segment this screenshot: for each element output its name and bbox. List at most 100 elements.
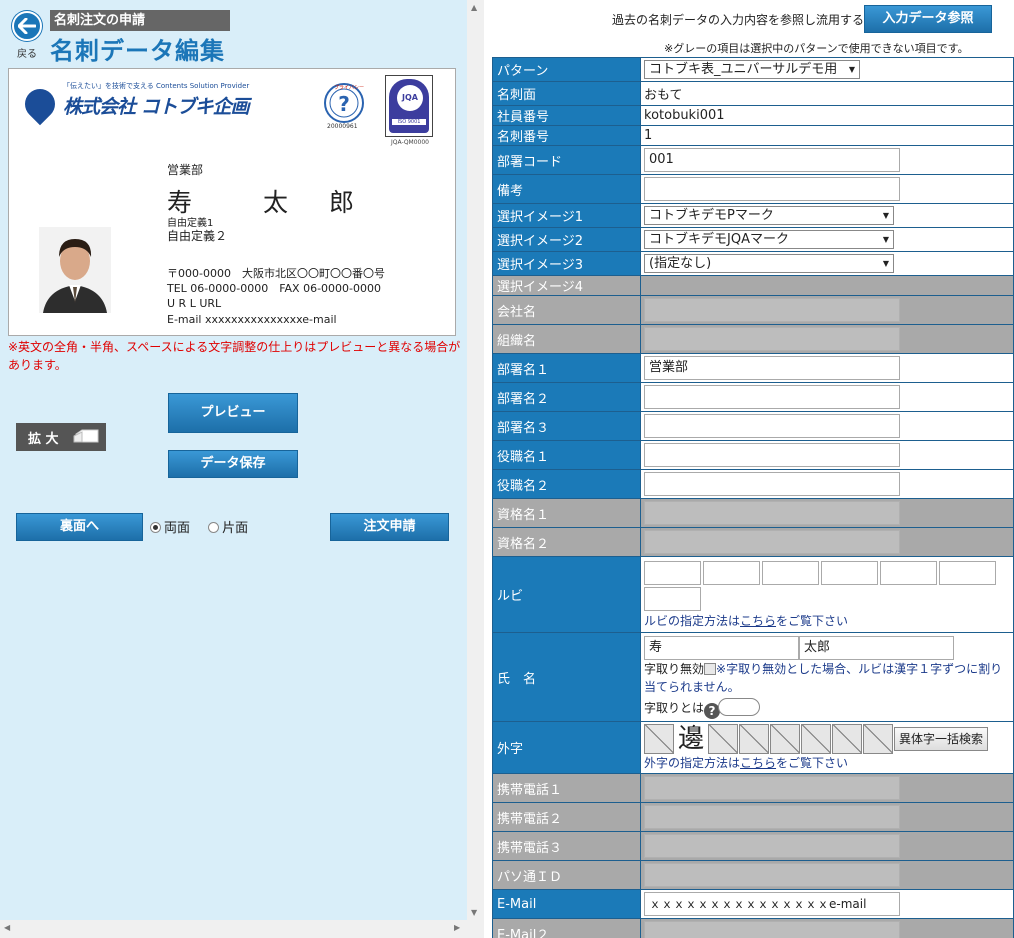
- form-row-dept-code: 部署コード 001: [492, 145, 1014, 175]
- logo-drop-icon: [18, 82, 62, 126]
- gaiji-help-link[interactable]: こちら: [740, 756, 776, 770]
- zoom-label: 拡 大: [28, 432, 59, 447]
- remarks-input[interactable]: [644, 177, 900, 201]
- dept2-input[interactable]: [644, 385, 900, 409]
- save-data-button[interactable]: データ保存: [168, 450, 298, 478]
- field-label: 役職名２: [492, 469, 641, 499]
- image2-select[interactable]: コトブキデモJQAマーク: [644, 230, 894, 249]
- field-label: 役職名１: [492, 440, 641, 470]
- company-name-input: [644, 298, 900, 322]
- dept-code-input[interactable]: 001: [644, 148, 900, 172]
- ruby-inputs: [644, 560, 1010, 612]
- ruby-input[interactable]: [939, 561, 996, 585]
- form-row-dept2: 部署名２: [492, 382, 1014, 412]
- jqa-label: JQA: [397, 85, 423, 111]
- ruby-input[interactable]: [644, 587, 701, 611]
- page-title: 名刺データ編集: [50, 37, 225, 65]
- surname-input[interactable]: 寿: [644, 635, 799, 660]
- form-row-card-side: 名刺面 おもて: [492, 81, 1014, 106]
- company-logo: 「伝えたい」を技術で支える Contents Solution Provider…: [18, 77, 273, 126]
- gaiji-slot[interactable]: [801, 724, 831, 754]
- image1-select[interactable]: コトブキデモPマーク: [644, 206, 894, 225]
- radio-single-label: 片面: [222, 521, 249, 536]
- field-label: 組織名: [492, 324, 641, 354]
- title1-input[interactable]: [644, 443, 900, 467]
- scroll-up-icon[interactable]: ▲: [471, 3, 477, 12]
- field-label: パソ通ＩＤ: [492, 860, 641, 890]
- pattern-select[interactable]: コトブキ表_ユニバーサルデモ用: [644, 60, 860, 79]
- card-url: U R L URL: [167, 297, 222, 310]
- form-row-image4: 選択イメージ4: [492, 275, 1014, 296]
- radio-double-sided[interactable]: 両面: [150, 521, 190, 536]
- left-panel: 戻る 名刺注文の申請 名刺データ編集 「伝えたい」を技術で支える Content…: [0, 0, 467, 920]
- email-input[interactable]: ｘｘｘｘｘｘｘｘｘｘｘｘｘｘｘe-mail: [644, 892, 900, 916]
- card-tagline: 「伝えたい」を技術で支える Contents Solution Provider: [63, 82, 250, 90]
- left-vertical-scrollbar[interactable]: ▲ ▼: [467, 0, 484, 920]
- variant-search-button[interactable]: 異体字一括検索: [894, 727, 989, 751]
- card-free-field-2: 自由定義２: [167, 229, 228, 243]
- form-row-image3: 選択イメージ3 (指定なし): [492, 251, 1014, 276]
- dept3-input[interactable]: [644, 414, 900, 438]
- scroll-right-icon[interactable]: ▶: [454, 923, 460, 932]
- back-button[interactable]: 戻る: [10, 11, 44, 61]
- field-label: 会社名: [492, 295, 641, 325]
- field-label: 携帯電話２: [492, 802, 641, 832]
- field-label: ルビ: [492, 556, 641, 633]
- order-request-button[interactable]: 注文申請: [330, 513, 449, 541]
- card-department: 営業部: [167, 163, 204, 177]
- form-row-remarks: 備考: [492, 174, 1014, 204]
- card-name-char: 太: [263, 188, 289, 217]
- field-label: 携帯電話３: [492, 831, 641, 861]
- gaiji-slot[interactable]: [644, 724, 674, 754]
- ruby-input[interactable]: [762, 561, 819, 585]
- ruby-input[interactable]: [703, 561, 760, 585]
- pc-id-input: [644, 863, 900, 887]
- form-row-employee-no: 社員番号 kotobuki001: [492, 105, 1014, 126]
- gaiji-slot[interactable]: [770, 724, 800, 754]
- field-label: 部署名２: [492, 382, 641, 412]
- ruby-input[interactable]: [644, 561, 701, 585]
- field-label: 資格名１: [492, 498, 641, 528]
- preview-button[interactable]: プレビュー: [168, 393, 298, 433]
- title2-input[interactable]: [644, 472, 900, 496]
- field-label: 部署名３: [492, 411, 641, 441]
- image3-select[interactable]: (指定なし): [644, 254, 894, 273]
- input-data-reference-button[interactable]: 入力データ参照: [864, 5, 992, 33]
- scroll-left-icon[interactable]: ◀: [4, 923, 10, 932]
- gaiji-help-note: 外字の指定方法はこちらをご覧下さい: [644, 756, 849, 770]
- back-side-button[interactable]: 裏面へ: [16, 513, 143, 541]
- field-label: パターン: [492, 57, 641, 82]
- form-row-name: 氏 名 寿太郎 字取り無効 ※字取り無効とした場合、ルビは漢字１字ずつに割り当てら…: [492, 632, 1014, 722]
- zoom-button[interactable]: 拡 大: [16, 423, 106, 451]
- mobile3-input: [644, 834, 900, 858]
- gaiji-slot[interactable]: [863, 724, 893, 754]
- jitori-disable-checkbox[interactable]: [704, 662, 717, 675]
- card-email: E-mail xxxxxxxxxxxxxxxe-mail: [167, 313, 337, 326]
- field-label: 選択イメージ1: [492, 203, 641, 228]
- form-row-email: E-Mail ｘｘｘｘｘｘｘｘｘｘｘｘｘｘｘe-mail: [492, 889, 1014, 919]
- form-row-pc-id: パソ通ＩＤ: [492, 860, 1014, 890]
- page-subtitle: 名刺注文の申請: [50, 10, 230, 31]
- jitori-disable-label: 字取り無効: [644, 661, 705, 676]
- gaiji-slot[interactable]: [708, 724, 738, 754]
- gaiji-char[interactable]: 邊: [675, 724, 707, 754]
- gaiji-slot[interactable]: [832, 724, 862, 754]
- ruby-input[interactable]: [880, 561, 937, 585]
- form-row-image1: 選択イメージ1 コトブキデモPマーク: [492, 203, 1014, 228]
- card-preview: 「伝えたい」を技術で支える Contents Solution Provider…: [8, 68, 456, 336]
- left-horizontal-scrollbar[interactable]: ◀ ▶: [0, 920, 484, 938]
- ruby-input[interactable]: [821, 561, 878, 585]
- form-row-qual1: 資格名１: [492, 498, 1014, 528]
- dept1-input[interactable]: 営業部: [644, 356, 900, 380]
- form-row-company-name: 会社名: [492, 295, 1014, 325]
- given-name-input[interactable]: 太郎: [799, 635, 954, 660]
- privacy-mark-icon: ? プライバシー 20000961: [321, 81, 367, 131]
- scroll-down-icon[interactable]: ▼: [471, 908, 477, 917]
- form-row-mobile2: 携帯電話２: [492, 802, 1014, 832]
- field-label: 部署コード: [492, 145, 641, 175]
- mobile2-input: [644, 805, 900, 829]
- radio-single-sided[interactable]: 片面: [208, 521, 248, 536]
- gaiji-slot[interactable]: [739, 724, 769, 754]
- ruby-help-link[interactable]: こちら: [740, 614, 776, 628]
- field-label: 氏 名: [492, 632, 641, 722]
